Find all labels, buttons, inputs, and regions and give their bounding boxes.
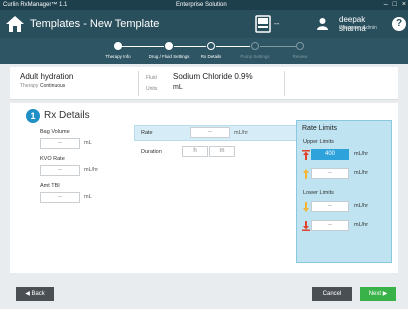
step-dot bbox=[296, 42, 304, 50]
step-dot bbox=[114, 42, 122, 50]
user-menu[interactable]: deepak sharma Pharmacy Admin bbox=[311, 14, 391, 34]
device-status: -- bbox=[274, 19, 280, 28]
next-button[interactable]: Next ▶ bbox=[360, 287, 396, 301]
close-icon[interactable]: × bbox=[402, 1, 406, 9]
units-label: Units bbox=[146, 86, 158, 92]
user-avatar-icon bbox=[317, 18, 328, 30]
section-number-badge: 1 bbox=[26, 109, 40, 123]
home-icon[interactable] bbox=[5, 14, 25, 34]
help-icon[interactable]: ? bbox=[392, 17, 406, 31]
rate-limits-panel: Rate Limits Upper Limits 400 mL/hr -- mL… bbox=[296, 120, 392, 263]
pump-device-icon bbox=[255, 15, 271, 33]
title-bar: Curlin RxManager™ 1.1 Enterprise Solutio… bbox=[0, 0, 408, 10]
lower-hard-limit-icon bbox=[302, 221, 310, 231]
lower-soft-limit-input[interactable]: -- bbox=[311, 201, 349, 212]
upper-soft-limit-input[interactable]: -- bbox=[311, 168, 349, 179]
upper-limits-label: Upper Limits bbox=[303, 139, 334, 145]
lower-hard-limit-input[interactable]: -- bbox=[311, 220, 349, 231]
minimize-icon[interactable]: – bbox=[384, 1, 388, 9]
therapy-label: Therapy bbox=[20, 83, 39, 89]
bag-volume-input[interactable]: -- bbox=[40, 138, 80, 149]
amt-tbi-input[interactable]: -- bbox=[40, 192, 80, 203]
upper-hard-limit-icon bbox=[302, 150, 310, 160]
upper-hard-limit-input[interactable]: 400 bbox=[311, 149, 349, 160]
fluid-label: Fluid bbox=[146, 75, 157, 81]
window-controls: – □ × bbox=[384, 1, 406, 9]
rx-details-card: 1 Rx Details Bag Volume -- mL KVO Rate -… bbox=[10, 103, 398, 273]
amt-tbi-label: Amt TBI bbox=[40, 183, 60, 189]
amt-tbi-unit: mL bbox=[84, 194, 92, 200]
step-dot bbox=[207, 42, 215, 50]
divider bbox=[138, 71, 139, 96]
rate-label: Rate bbox=[141, 130, 153, 136]
step-review[interactable]: Review bbox=[270, 38, 330, 64]
user-role: Pharmacy Admin bbox=[339, 25, 377, 31]
wizard-stepper: Therapy Info Drug / Fluid Settings Rx De… bbox=[0, 38, 408, 64]
lower-soft-limit-unit: mL/hr bbox=[354, 203, 369, 209]
rate-limits-title: Rate Limits bbox=[302, 125, 338, 132]
back-button[interactable]: ◀ Back bbox=[16, 287, 54, 301]
duration-minutes-input[interactable]: m bbox=[209, 146, 235, 157]
rx-name: Adult hydration bbox=[20, 72, 74, 81]
kvo-rate-input[interactable]: -- bbox=[40, 165, 80, 176]
units-value: mL bbox=[173, 84, 183, 91]
divider bbox=[284, 71, 285, 96]
lower-hard-limit-unit: mL/hr bbox=[354, 222, 369, 228]
fluid-value: Sodium Chloride 0.9% bbox=[173, 72, 253, 81]
section-title: Rx Details bbox=[44, 110, 90, 121]
app-name: Curlin RxManager™ 1.1 bbox=[3, 2, 68, 8]
maximize-icon[interactable]: □ bbox=[393, 1, 397, 9]
step-dot bbox=[251, 42, 259, 50]
page-title: Templates - New Template bbox=[30, 18, 160, 30]
bag-volume-unit: mL bbox=[84, 140, 92, 146]
duration-hours-input[interactable]: h bbox=[182, 146, 208, 157]
step-dot bbox=[165, 42, 173, 50]
kvo-rate-unit: mL/hr bbox=[84, 167, 99, 173]
upper-hard-limit-unit: mL/hr bbox=[354, 151, 369, 157]
prescription-summary: Adult hydration Therapy Continuous Fluid… bbox=[10, 67, 398, 100]
lower-soft-limit-icon bbox=[303, 202, 309, 212]
lower-limits-label: Lower Limits bbox=[303, 190, 334, 196]
edition-label: Enterprise Solution bbox=[176, 2, 227, 8]
app-header: Templates - New Template -- deepak sharm… bbox=[0, 10, 408, 38]
upper-soft-limit-unit: mL/hr bbox=[354, 170, 369, 176]
rate-unit: mL/hr bbox=[234, 130, 249, 136]
bag-volume-label: Bag Volume bbox=[40, 129, 70, 135]
rate-input[interactable]: -- bbox=[190, 127, 230, 138]
kvo-rate-label: KVO Rate bbox=[40, 156, 65, 162]
duration-label: Duration bbox=[141, 149, 162, 155]
wizard-footer: ◀ Back Cancel Next ▶ bbox=[0, 280, 408, 309]
cancel-button[interactable]: Cancel bbox=[312, 287, 352, 301]
upper-soft-limit-icon bbox=[303, 169, 309, 179]
step-label: Review bbox=[292, 54, 308, 59]
therapy-value: Continuous bbox=[40, 83, 66, 89]
